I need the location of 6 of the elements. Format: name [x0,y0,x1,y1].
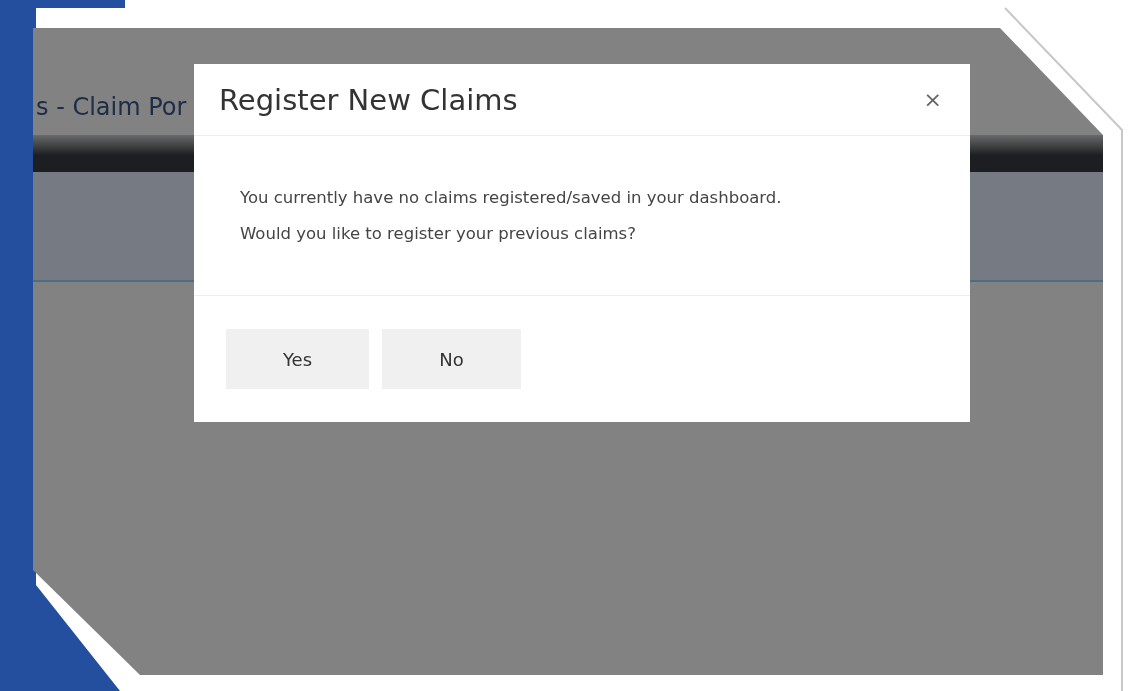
page-title: s - Claim Por [36,93,187,121]
dialog-button[interactable]: No [382,329,521,389]
modal-title: Register New Claims [219,82,518,117]
dialog-button[interactable]: Yes [226,329,369,389]
close-button[interactable]: × [919,87,946,113]
modal-message: You currently have no claims registered/saved in your dashboard. Would you like to register your previous claims? [240,186,782,245]
